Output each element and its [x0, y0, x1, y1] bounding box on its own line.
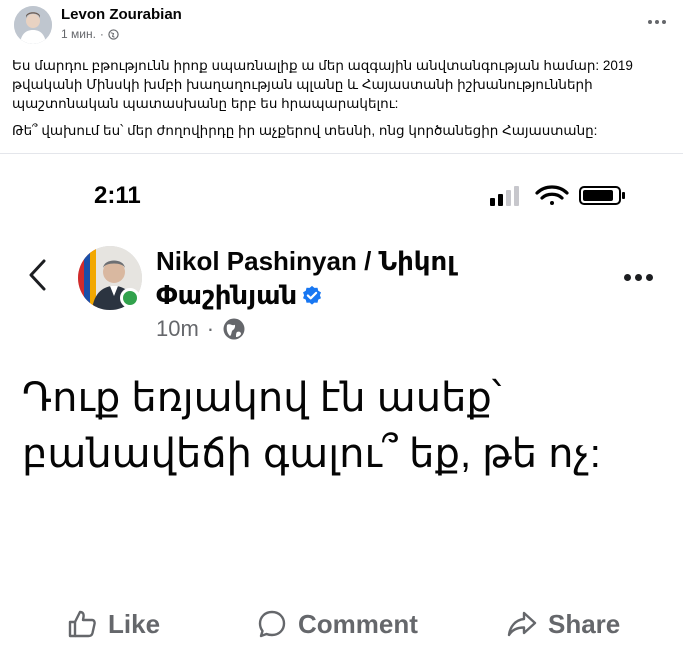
post-time[interactable]: 1 мин. [61, 27, 96, 41]
embedded-more-button[interactable] [624, 272, 658, 282]
embedded-post-body: Դուք եռյակով էն ասեք՝ բանավեճի գալու՞ եք… [22, 376, 601, 476]
author-avatar[interactable] [14, 6, 52, 44]
like-icon [68, 610, 96, 638]
post-header: Levon Zourabian 1 мин. · [12, 6, 672, 46]
back-chevron-icon[interactable] [26, 258, 50, 292]
globe-icon [223, 318, 245, 340]
share-button[interactable]: Share [506, 602, 620, 646]
share-icon [507, 611, 537, 637]
post-paragraph: Ես մարդու բթությունն իրոք սպառնալիք ա մե… [12, 58, 633, 111]
embedded-author-name[interactable]: Nikol Pashinyan / Նիկոլ Փաշինյան [156, 244, 576, 312]
verified-badge-icon [303, 285, 322, 305]
post-author-name[interactable]: Levon Zourabian [61, 6, 182, 23]
like-button[interactable]: Like [66, 602, 160, 646]
share-label: Share [548, 608, 621, 639]
comment-label: Comment [298, 608, 418, 639]
comment-icon [258, 610, 286, 638]
post-more-button[interactable] [642, 10, 672, 34]
like-label: Like [108, 608, 161, 639]
status-icons [490, 185, 625, 206]
embedded-post-time[interactable]: 10m [156, 316, 199, 342]
attached-screenshot[interactable]: 2:11 Nikol Pashinyan / Նիկոլ Փաշինյան 10… [0, 154, 683, 664]
battery-icon [579, 186, 625, 205]
embedded-post-meta: 10m · [156, 316, 246, 342]
post-paragraph: Թե՞ վախում ես՝ մեր ժողովիրդը իր աչքերով … [12, 123, 598, 138]
status-time: 2:11 [94, 182, 141, 209]
wifi-icon [535, 185, 569, 205]
action-bar: Like Comment Share [0, 602, 683, 646]
comment-button[interactable]: Comment [256, 602, 418, 646]
post-text: Ես մարդու բթությունն իրոք սպառնալիք ա մե… [12, 56, 672, 148]
more-icon [624, 273, 631, 281]
signal-icon [490, 186, 519, 206]
online-status-dot [120, 288, 140, 308]
post-meta: 1 мин. · [61, 27, 119, 41]
globe-icon [108, 28, 119, 40]
more-icon [648, 20, 652, 24]
